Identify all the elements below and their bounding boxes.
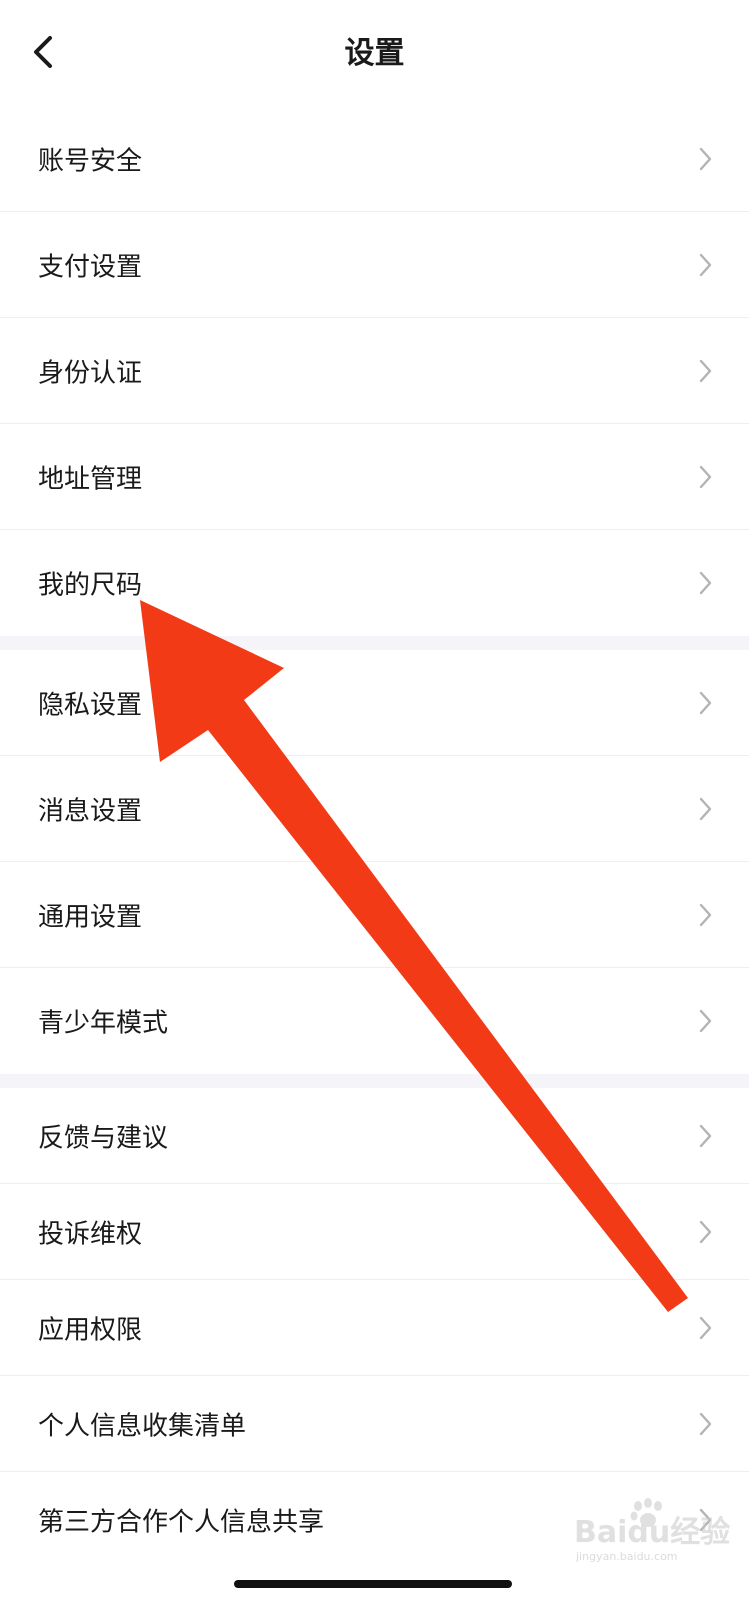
- chevron-right-icon: [699, 1412, 712, 1436]
- settings-item-label: 反馈与建议: [38, 1123, 169, 1154]
- settings-item-complaints[interactable]: 投诉维权: [0, 1184, 749, 1280]
- settings-item-payment[interactable]: 支付设置: [0, 212, 749, 318]
- settings-item-account-security[interactable]: 账号安全: [0, 106, 749, 212]
- chevron-right-icon: [699, 1124, 712, 1148]
- chevron-right-icon: [699, 691, 712, 715]
- settings-list: 账号安全 支付设置 身份认证 地址管理 我的尺码 隐私设置 消息设置 通用设置 …: [0, 106, 749, 1568]
- watermark-url: jingyan.baidu.com: [576, 1550, 678, 1563]
- chevron-right-icon: [699, 1316, 712, 1340]
- group-separator: [0, 636, 749, 650]
- settings-item-personal-info-list[interactable]: 个人信息收集清单: [0, 1376, 749, 1472]
- settings-item-label: 账号安全: [38, 146, 143, 177]
- settings-item-label: 隐私设置: [38, 690, 143, 721]
- chevron-right-icon: [699, 1009, 712, 1033]
- settings-item-identity[interactable]: 身份认证: [0, 318, 749, 424]
- page-title: 设置: [344, 36, 405, 71]
- settings-item-general[interactable]: 通用设置: [0, 862, 749, 968]
- chevron-right-icon: [699, 253, 712, 277]
- baidu-paw-logo-icon: Baidu经验: [574, 1498, 730, 1550]
- settings-item-app-permissions[interactable]: 应用权限: [0, 1280, 749, 1376]
- svg-text:Baidu经验: Baidu经验: [574, 1515, 730, 1550]
- chevron-right-icon: [699, 1220, 712, 1244]
- chevron-right-icon: [699, 359, 712, 383]
- chevron-right-icon: [699, 465, 712, 489]
- settings-item-label: 个人信息收集清单: [38, 1411, 247, 1442]
- settings-item-label: 地址管理: [38, 464, 143, 495]
- settings-item-teen-mode[interactable]: 青少年模式: [0, 968, 749, 1074]
- group-separator: [0, 1074, 749, 1088]
- home-indicator[interactable]: [234, 1580, 512, 1588]
- settings-item-notifications[interactable]: 消息设置: [0, 756, 749, 862]
- settings-item-label: 第三方合作个人信息共享: [38, 1507, 325, 1538]
- settings-item-label: 投诉维权: [38, 1219, 143, 1250]
- navigation-bar: 设置: [0, 0, 749, 106]
- settings-item-address[interactable]: 地址管理: [0, 424, 749, 530]
- settings-item-label: 支付设置: [38, 252, 143, 283]
- settings-item-label: 青少年模式: [38, 1008, 169, 1039]
- chevron-right-icon: [699, 147, 712, 171]
- settings-item-label: 身份认证: [38, 358, 143, 389]
- settings-item-privacy[interactable]: 隐私设置: [0, 650, 749, 756]
- settings-item-label: 应用权限: [38, 1315, 143, 1346]
- chevron-right-icon: [699, 903, 712, 927]
- settings-item-my-size[interactable]: 我的尺码: [0, 530, 749, 636]
- watermark: Baidu经验 jingyan.baidu.com: [574, 1498, 744, 1568]
- chevron-right-icon: [699, 797, 712, 821]
- settings-item-label: 通用设置: [38, 902, 143, 933]
- settings-item-label: 我的尺码: [38, 570, 143, 601]
- chevron-right-icon: [699, 571, 712, 595]
- settings-item-label: 消息设置: [38, 796, 143, 827]
- settings-item-feedback[interactable]: 反馈与建议: [0, 1088, 749, 1184]
